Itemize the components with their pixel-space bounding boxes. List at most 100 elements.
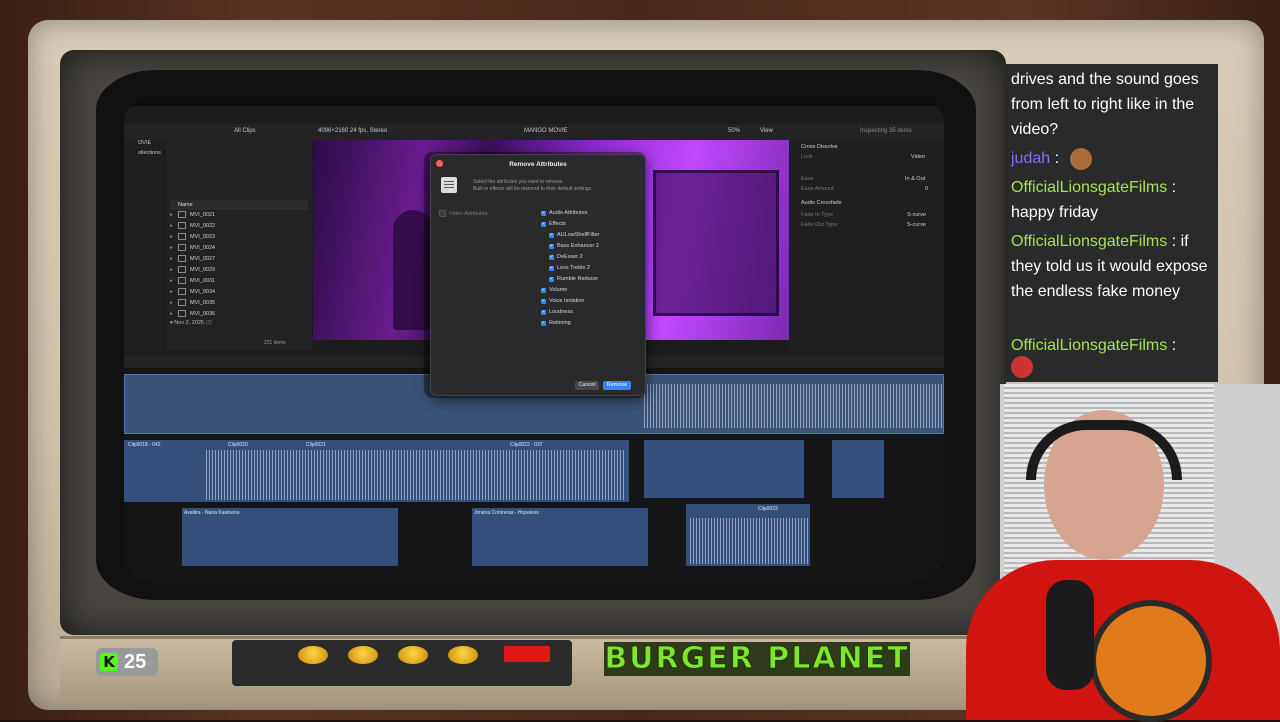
clip-row[interactable]: ▸ MVI_0034 bbox=[170, 287, 308, 298]
loudness-checkbox[interactable]: ✓ Loudness bbox=[541, 309, 573, 315]
checkmark-icon: ✓ bbox=[549, 275, 554, 282]
viewer-window-frame bbox=[653, 170, 779, 316]
film-icon bbox=[178, 299, 186, 307]
clip-row[interactable]: ▸ MVI_0027 bbox=[170, 254, 308, 265]
audio-clip[interactable] bbox=[644, 440, 804, 498]
film-icon bbox=[178, 288, 186, 296]
remove-button[interactable]: Remove bbox=[603, 381, 631, 390]
voice-isolation-checkbox[interactable]: ✓ Voice Isolation bbox=[541, 298, 584, 304]
chat-username[interactable]: OfficialLionsgateFilms bbox=[1011, 233, 1167, 250]
film-icon bbox=[178, 310, 186, 318]
cancel-button[interactable]: Cancel bbox=[575, 381, 599, 390]
sidebar-item-library[interactable]: OVIE bbox=[138, 140, 151, 146]
look-label: Look bbox=[801, 154, 813, 160]
clip-row[interactable]: ▸ MVI_0036 bbox=[170, 309, 308, 320]
ease-dropdown[interactable]: In & Out bbox=[905, 176, 925, 182]
chat-message: OfficialLionsgateFilms : if they told us… bbox=[1011, 233, 1208, 300]
clip-row[interactable]: ▸ MVI_0029 bbox=[170, 265, 308, 276]
music-clip[interactable] bbox=[182, 508, 398, 566]
checkmark-icon: ✓ bbox=[549, 264, 554, 271]
clip-row[interactable]: ▸ MVI_0035 bbox=[170, 298, 308, 309]
film-icon bbox=[178, 277, 186, 285]
waveform bbox=[644, 384, 944, 428]
checkmark-icon: ✓ bbox=[541, 220, 546, 227]
remove-attributes-dialog: Remove Attributes Select the attributes … bbox=[430, 154, 646, 396]
burger-icon bbox=[298, 646, 328, 664]
inspector-title: Inspecting 35 items bbox=[860, 128, 912, 134]
clip-row[interactable]: ▸ MVI_0031 bbox=[170, 276, 308, 287]
menu-bar bbox=[124, 94, 944, 106]
film-icon bbox=[178, 244, 186, 252]
chat-username[interactable]: judah bbox=[1011, 150, 1050, 167]
library-filter-dropdown[interactable]: All Clips bbox=[234, 128, 256, 134]
checkmark-icon: ✓ bbox=[549, 242, 554, 249]
effect-checkbox[interactable]: ✓ Less Treble 2 bbox=[549, 265, 590, 271]
inspector-section-title: Cross Dissolve bbox=[801, 144, 838, 150]
clip-label: Clip0033 bbox=[758, 506, 778, 512]
clip-label: Jimena Contreras - Hopeless bbox=[474, 510, 539, 516]
clip-row[interactable]: ▸ MVI_0022 bbox=[170, 221, 308, 232]
film-icon bbox=[178, 211, 186, 219]
chat-username[interactable]: OfficialLionsgateFilms bbox=[1011, 179, 1167, 196]
effect-checkbox[interactable]: ✓ Bass Enhancer 2 bbox=[549, 243, 599, 249]
zoom-dropdown[interactable]: 50% bbox=[728, 128, 740, 134]
fade-out-dropdown[interactable]: S-curve bbox=[907, 222, 926, 228]
retiming-checkbox[interactable]: ✓ Retiming bbox=[541, 320, 571, 326]
microphone-icon bbox=[1046, 580, 1094, 690]
waveform bbox=[206, 450, 626, 500]
checkmark-icon: ✓ bbox=[541, 286, 546, 293]
sponsor-logo: BURGER PLANET bbox=[604, 641, 910, 676]
app-toolbar: All Clips 4096×2160 24 fps, Stereo MANGO… bbox=[124, 124, 944, 140]
dialog-description-line1: Select the attributes you want to remove… bbox=[473, 179, 564, 185]
clip-row[interactable]: ▸ MVI_0024 bbox=[170, 243, 308, 254]
sidebar-item-collections[interactable]: ollections bbox=[138, 150, 161, 156]
view-dropdown[interactable]: View bbox=[760, 128, 773, 134]
chat-avatar-icon bbox=[1011, 356, 1033, 378]
chat-message: OfficialLionsgateFilms : bbox=[1011, 337, 1177, 354]
effect-checkbox[interactable]: ✓ AULowShelfFilter bbox=[549, 232, 600, 238]
clip-row[interactable]: ▸ MVI_0021 bbox=[170, 210, 308, 221]
shirt-logo bbox=[1090, 600, 1212, 722]
libraries-sidebar: OVIE ollections bbox=[124, 140, 164, 350]
audio-clip[interactable] bbox=[832, 440, 884, 498]
kick-follower-count: 25 bbox=[124, 650, 147, 673]
dialog-description-line2: Built-in effects will be restored to the… bbox=[473, 186, 593, 192]
checkmark-icon: ✓ bbox=[549, 253, 554, 260]
effect-checkbox[interactable]: ✓ Rumble Reducer bbox=[549, 276, 598, 282]
audio-crossfade-title: Audio Crossfade bbox=[801, 200, 842, 206]
clip-label: Clip0022 - 037 bbox=[510, 442, 543, 448]
effect-checkbox[interactable]: ✓ DeEsser 2 bbox=[549, 254, 583, 260]
chat-username[interactable]: OfficialLionsgateFilms bbox=[1011, 337, 1167, 354]
browser-column-name[interactable]: Name bbox=[170, 200, 308, 210]
kick-follower-badge: K 25 bbox=[96, 648, 158, 676]
tv-indicator-light bbox=[504, 646, 550, 662]
audio-attributes-checkbox[interactable]: ✓ Audio Attributes bbox=[541, 210, 588, 216]
film-icon bbox=[178, 222, 186, 230]
kick-logo-icon: K bbox=[100, 653, 118, 671]
clip-label: Avalitra - Nana Kastoena bbox=[184, 510, 240, 516]
fade-in-label: Fade In Type bbox=[801, 212, 834, 218]
music-clip[interactable] bbox=[472, 508, 648, 566]
chat-message: OfficialLionsgateFilms : happy friday bbox=[1011, 179, 1177, 221]
chat-message: drives and the sound goes from left to r… bbox=[1011, 71, 1199, 138]
format-info: 4096×2160 24 fps, Stereo bbox=[318, 128, 388, 134]
fade-in-dropdown[interactable]: S-curve bbox=[907, 212, 926, 218]
dialog-title: Remove Attributes bbox=[509, 161, 567, 168]
clip-label: Clip0020 bbox=[228, 442, 248, 448]
ease-amount-value[interactable]: 0 bbox=[925, 186, 928, 192]
look-dropdown[interactable]: Video bbox=[911, 154, 925, 160]
burger-icon bbox=[398, 646, 428, 664]
clip-browser: Name ▸ MVI_0021 ▸ MVI_0022 ▸ MVI_0023 ▸ MVI_… bbox=[166, 140, 312, 350]
screen-capture: All Clips 4096×2160 24 fps, Stereo MANGO… bbox=[124, 94, 944, 584]
clip-row[interactable]: ▸ MVI_0023 bbox=[170, 232, 308, 243]
checkmark-icon: ✓ bbox=[541, 209, 546, 216]
checkmark-icon: ✓ bbox=[541, 319, 546, 326]
video-attributes-checkbox[interactable]: Video Attributes bbox=[439, 210, 487, 217]
checkmark-icon: ✓ bbox=[541, 297, 546, 304]
volume-checkbox[interactable]: ✓ Volume bbox=[541, 287, 567, 293]
date-group-row[interactable]: ▾ Nov 2, 2025 (2) bbox=[170, 320, 212, 326]
effects-checkbox[interactable]: ✓ Effects bbox=[541, 221, 566, 227]
burger-icon bbox=[448, 646, 478, 664]
clip-label: Clip0018 - 042 bbox=[128, 442, 161, 448]
checkmark-icon: ✓ bbox=[549, 231, 554, 238]
